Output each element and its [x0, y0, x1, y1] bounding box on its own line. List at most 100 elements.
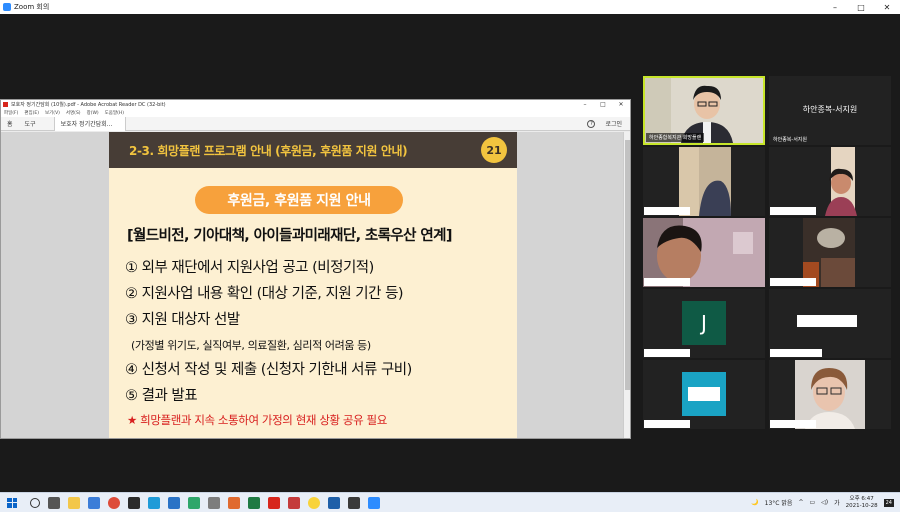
step-3-detail: (가정별 위기도, 실직여부, 의료질환, 심리적 어려움 등): [131, 339, 371, 352]
app-icon[interactable]: [168, 496, 180, 509]
ime-icon[interactable]: 가: [834, 498, 840, 507]
step-3: ③ 지원 대상자 선발: [125, 312, 240, 328]
participant-avatar-label-hidden: [688, 387, 720, 401]
participant-name-hidden: [770, 207, 816, 215]
clock-time: 오후 6:47: [849, 495, 874, 502]
participant-name-hidden: [770, 420, 816, 428]
slide-title: 2-3. 희망플랜 프로그램 안내 (후원금, 후원품 지원 안내): [129, 143, 408, 158]
participant-name-hidden: [644, 349, 690, 357]
windows-taskbar: 🌙 13°C 맑음 ^ ▭ ◁) 가 오후 6:47 2021-10-28 24: [0, 492, 900, 512]
participant-video: [795, 360, 865, 429]
app-icon[interactable]: [208, 496, 220, 509]
participant-avatar: [682, 372, 726, 416]
close-button[interactable]: ✕: [874, 3, 900, 12]
menu-sign[interactable]: 서명(S): [66, 110, 81, 116]
acrobat-icon: [3, 102, 8, 107]
participant-tile-6[interactable]: [769, 218, 891, 287]
participant-tile-2[interactable]: 하안종복-서지원 하안종복-서지원: [769, 76, 891, 145]
file-explorer-icon[interactable]: [68, 496, 80, 509]
scrollbar-thumb[interactable]: [625, 140, 630, 390]
tab-tools[interactable]: 도구: [19, 117, 42, 131]
zoom-meeting-stage: 보호자 정기간담회 (10월).pdf - Adobe Acrobat Read…: [0, 14, 900, 492]
menu-file[interactable]: 파일(F): [4, 110, 18, 116]
shared-screen: 보호자 정기간담회 (10월).pdf - Adobe Acrobat Read…: [0, 99, 631, 439]
acrobat-maximize-button[interactable]: □: [594, 101, 612, 108]
help-icon[interactable]: ?: [587, 119, 596, 128]
step-2: ② 지원사업 내용 확인 (대상 기준, 지원 기간 등): [125, 286, 404, 302]
menu-view[interactable]: 보기(V): [45, 110, 60, 116]
participant-video: [825, 147, 857, 216]
app-icon[interactable]: [288, 496, 300, 509]
acrobat-window-title: 보호자 정기간담회 (10월).pdf - Adobe Acrobat Read…: [11, 102, 166, 108]
menu-help[interactable]: 도움말(H): [105, 110, 124, 116]
participant-video: [679, 147, 731, 216]
login-link[interactable]: 로그인: [605, 119, 622, 128]
app-icon[interactable]: [188, 496, 200, 509]
powerpoint-icon[interactable]: [228, 496, 240, 509]
participant-name-hidden: [770, 349, 822, 357]
document-scrollbar[interactable]: [623, 132, 630, 438]
acrobat-titlebar: 보호자 정기간담회 (10월).pdf - Adobe Acrobat Read…: [1, 100, 630, 109]
excel-icon[interactable]: [248, 496, 260, 509]
weather-icon: 🌙: [751, 499, 759, 506]
zoom-taskbar-icon[interactable]: [368, 496, 380, 509]
participant-tile-9[interactable]: [643, 360, 765, 429]
participant-name-hidden: [644, 278, 690, 286]
menu-window[interactable]: 창(W): [87, 110, 99, 116]
participant-tile-7[interactable]: J: [643, 289, 765, 358]
kakaotalk-icon[interactable]: [308, 496, 320, 509]
participant-tile-10[interactable]: [769, 360, 891, 429]
participant-tile-1[interactable]: 하안종합복지관 희망플랜: [643, 76, 765, 145]
app-icon[interactable]: [348, 496, 360, 509]
page-number-badge: 21: [481, 137, 507, 163]
weather-text[interactable]: 13°C 맑음: [765, 498, 793, 507]
windows-start-icon[interactable]: [4, 495, 20, 511]
participant-video: [803, 218, 855, 287]
partner-organizations: [월드비전, 기아대책, 아이들과미래재단, 초록우산 연계]: [127, 228, 452, 244]
participant-tile-8[interactable]: [769, 289, 891, 358]
slide-note: ★ 희망플랜과 지속 소통하여 가정의 현재 상황 공유 필요: [127, 413, 387, 427]
system-tray: 🌙 13°C 맑음 ^ ▭ ◁) 가 오후 6:47 2021-10-28 24: [751, 496, 900, 510]
zoom-app-icon: [3, 3, 11, 11]
task-view-icon[interactable]: [48, 496, 60, 509]
slide-header: 2-3. 희망플랜 프로그램 안내 (후원금, 후원품 지원 안내): [109, 132, 517, 168]
tray-chevron-icon[interactable]: ^: [798, 499, 803, 506]
participant-name-hidden: [770, 278, 816, 286]
menu-edit[interactable]: 편집(E): [24, 110, 39, 116]
participant-tile-5[interactable]: [643, 218, 765, 287]
slide-page: 2-3. 희망플랜 프로그램 안내 (후원금, 후원품 지원 안내) 21 후원…: [109, 132, 517, 438]
app-icon[interactable]: [88, 496, 100, 509]
minimize-button[interactable]: –: [822, 3, 848, 12]
participant-tile-4[interactable]: [769, 147, 891, 216]
zoom-titlebar: Zoom 회의 – □ ✕: [0, 0, 900, 14]
network-icon[interactable]: ▭: [809, 499, 815, 506]
participant-name: 하안종복-서지원: [773, 137, 808, 143]
acrobat-close-button[interactable]: ✕: [612, 101, 630, 108]
step-1: ① 외부 재단에서 지원사업 공고 (비정기적): [125, 260, 374, 276]
participant-name-hidden: [797, 315, 857, 327]
zoom-window-title: Zoom 회의: [14, 3, 50, 11]
maximize-button[interactable]: □: [848, 3, 874, 12]
participant-tile-3[interactable]: [643, 147, 765, 216]
volume-icon[interactable]: ◁): [821, 499, 828, 506]
participant-name: 하안종합복지관 희망플랜: [646, 133, 705, 142]
app-icon[interactable]: [128, 496, 140, 509]
document-view[interactable]: 2-3. 희망플랜 프로그램 안내 (후원금, 후원품 지원 안내) 21 후원…: [1, 132, 624, 438]
participant-center-name: 하안종복-서지원: [802, 105, 858, 114]
acrobat-minimize-button[interactable]: –: [576, 101, 594, 108]
notification-badge[interactable]: 24: [883, 498, 894, 507]
search-icon[interactable]: [30, 497, 40, 508]
step-4: ④ 신청서 작성 및 제출 (신청자 기한내 서류 구비): [125, 362, 412, 378]
participant-video: [643, 218, 765, 287]
acrobat-icon[interactable]: [268, 496, 280, 509]
edge-icon[interactable]: [148, 496, 160, 509]
tab-home[interactable]: 홈: [1, 117, 19, 131]
clock[interactable]: 오후 6:47 2021-10-28: [846, 496, 878, 510]
step-5: ⑤ 결과 발표: [125, 388, 198, 404]
clock-date: 2021-10-28: [845, 502, 878, 509]
participant-name-hidden: [644, 420, 690, 428]
app-icon[interactable]: [328, 496, 340, 509]
section-pill: 후원금, 후원품 지원 안내: [195, 186, 403, 214]
tab-document[interactable]: 보호자 정기간담회...: [53, 116, 126, 131]
chrome-icon[interactable]: [108, 496, 120, 509]
